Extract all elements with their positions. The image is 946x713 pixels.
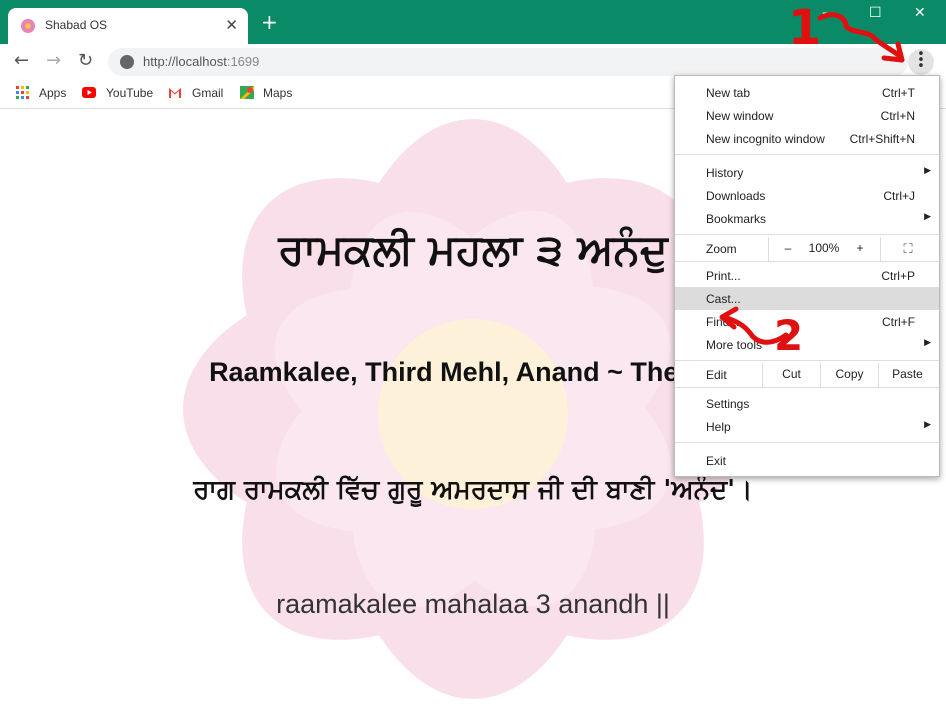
menu-item-print[interactable]: Print... Ctrl+P	[675, 264, 939, 287]
zoom-in-button[interactable]: +	[847, 237, 873, 260]
submenu-arrow-icon: ▶	[924, 165, 931, 175]
menu-item-new-tab[interactable]: New tab Ctrl+T	[675, 81, 939, 104]
paste-button[interactable]: Paste	[879, 363, 936, 386]
menu-item-new-window[interactable]: New window Ctrl+N	[675, 104, 939, 127]
submenu-arrow-icon: ▶	[924, 419, 931, 429]
tab-shabad-os[interactable]: Shabad OS ✕	[8, 8, 248, 44]
tab-close-icon[interactable]: ✕	[225, 16, 238, 34]
menu-divider	[675, 360, 939, 361]
new-tab-button[interactable]: +	[261, 12, 278, 32]
cut-button[interactable]: Cut	[763, 363, 820, 386]
back-button[interactable]: ←	[14, 50, 29, 71]
reload-button[interactable]: ↻	[78, 50, 93, 71]
zoom-level: 100%	[808, 241, 840, 255]
menu-row-zoom: Zoom – 100% + ⛶	[675, 237, 939, 261]
menu-item-settings[interactable]: Settings	[675, 392, 939, 415]
menu-divider	[675, 234, 939, 235]
menu-item-new-incognito[interactable]: New incognito window Ctrl+Shift+N	[675, 127, 939, 150]
punjabi-translation: ਰਾਗ ਰਾਮਕਲੀ ਵਿੱਚ ਗੁਰੂ ਅਮਰਦਾਸ ਜੀ ਦੀ ਬਾਣੀ '…	[193, 475, 753, 505]
edit-label: Edit	[706, 368, 727, 382]
menu-item-bookmarks[interactable]: Bookmarks ▶	[675, 207, 939, 230]
menu-item-history[interactable]: History ▶	[675, 161, 939, 184]
url-text: http://localhost:1699	[143, 54, 260, 69]
bookmark-gmail[interactable]: Gmail	[192, 86, 223, 100]
fullscreen-button[interactable]: ⛶	[893, 237, 923, 260]
submenu-arrow-icon: ▶	[924, 337, 931, 347]
globe-icon	[120, 55, 134, 69]
menu-item-exit[interactable]: Exit	[675, 449, 939, 472]
forward-button[interactable]: →	[46, 50, 61, 71]
zoom-out-button[interactable]: –	[775, 237, 801, 260]
lotus-favicon-icon	[21, 19, 35, 33]
menu-divider	[675, 442, 939, 443]
menu-item-downloads[interactable]: Downloads Ctrl+J	[675, 184, 939, 207]
copy-button[interactable]: Copy	[821, 363, 878, 386]
youtube-icon	[82, 87, 96, 98]
menu-item-help[interactable]: Help ▶	[675, 415, 939, 438]
annotation-number-1: 1	[788, 0, 822, 56]
menu-row-edit: Edit Cut Copy Paste	[675, 363, 939, 387]
annotation-number-2: 2	[774, 311, 804, 360]
apps-grid-icon	[16, 86, 29, 99]
menu-divider	[675, 261, 939, 262]
menu-divider	[675, 387, 939, 388]
zoom-label: Zoom	[706, 242, 737, 256]
transliteration-line: raamakalee mahalaa 3 anandh ||	[276, 589, 670, 619]
maps-icon	[240, 86, 254, 99]
tab-title: Shabad OS	[45, 18, 108, 32]
menu-divider	[675, 154, 939, 155]
submenu-arrow-icon: ▶	[924, 211, 931, 221]
bookmark-youtube[interactable]: YouTube	[106, 86, 153, 100]
chrome-main-menu: New tab Ctrl+T New window Ctrl+N New incog…	[674, 75, 940, 477]
bookmark-maps[interactable]: Maps	[263, 86, 292, 100]
bookmark-apps[interactable]: Apps	[39, 86, 66, 100]
gmail-icon	[169, 88, 181, 98]
